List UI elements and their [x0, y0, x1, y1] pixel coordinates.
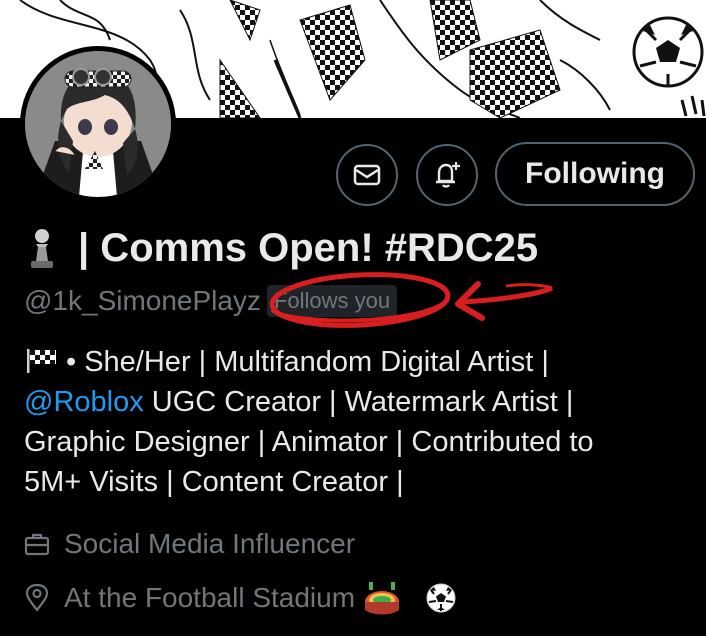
message-button[interactable]	[336, 144, 398, 206]
bell-plus-icon	[436, 162, 460, 188]
soccer-ball-icon	[426, 583, 456, 613]
following-button[interactable]: Following	[495, 142, 695, 206]
bio-text-2: UGC Creator | Watermark Artist |	[143, 386, 574, 418]
notifications-button[interactable]	[416, 144, 478, 206]
envelope-icon	[353, 164, 381, 186]
checkered-flag-icon	[27, 349, 56, 373]
location-label: At the Football Stadium	[64, 582, 356, 613]
display-name: | Comms Open! #RDC25	[78, 226, 539, 270]
profession-row: Social Media Influencer	[24, 528, 355, 560]
stadium-icon	[365, 582, 400, 615]
chess-pawn-icon	[31, 228, 53, 268]
avatar-image	[25, 51, 171, 197]
soccer-ball-icon	[632, 16, 704, 88]
bio: • She/Her | Multifandom Digital Artist |…	[24, 342, 684, 502]
location-row: At the Football Stadium	[24, 580, 471, 616]
bio-text-1: • She/Her | Multifandom Digital Artist |	[66, 346, 549, 378]
bio-line-1: • She/Her | Multifandom Digital Artist |	[24, 342, 684, 382]
handle-row: @1k_SimonePlayz Follows you	[24, 285, 398, 317]
profession-label: Social Media Influencer	[64, 528, 356, 559]
bio-line-4: 5M+ Visits | Content Creator |	[24, 466, 404, 498]
display-name-row: | Comms Open! #RDC25	[24, 226, 538, 271]
location-pin-icon	[25, 584, 49, 612]
briefcase-icon	[24, 533, 50, 556]
roblox-mention-link[interactable]: @Roblox	[24, 386, 144, 418]
bio-line-3: Graphic Designer | Animator | Contribute…	[24, 426, 594, 458]
follows-you-badge: Follows you	[266, 285, 398, 317]
handle: @1k_SimonePlayz	[24, 285, 261, 316]
bio-line-2: @Roblox UGC Creator | Watermark Artist |	[24, 382, 684, 422]
avatar[interactable]	[20, 46, 176, 202]
